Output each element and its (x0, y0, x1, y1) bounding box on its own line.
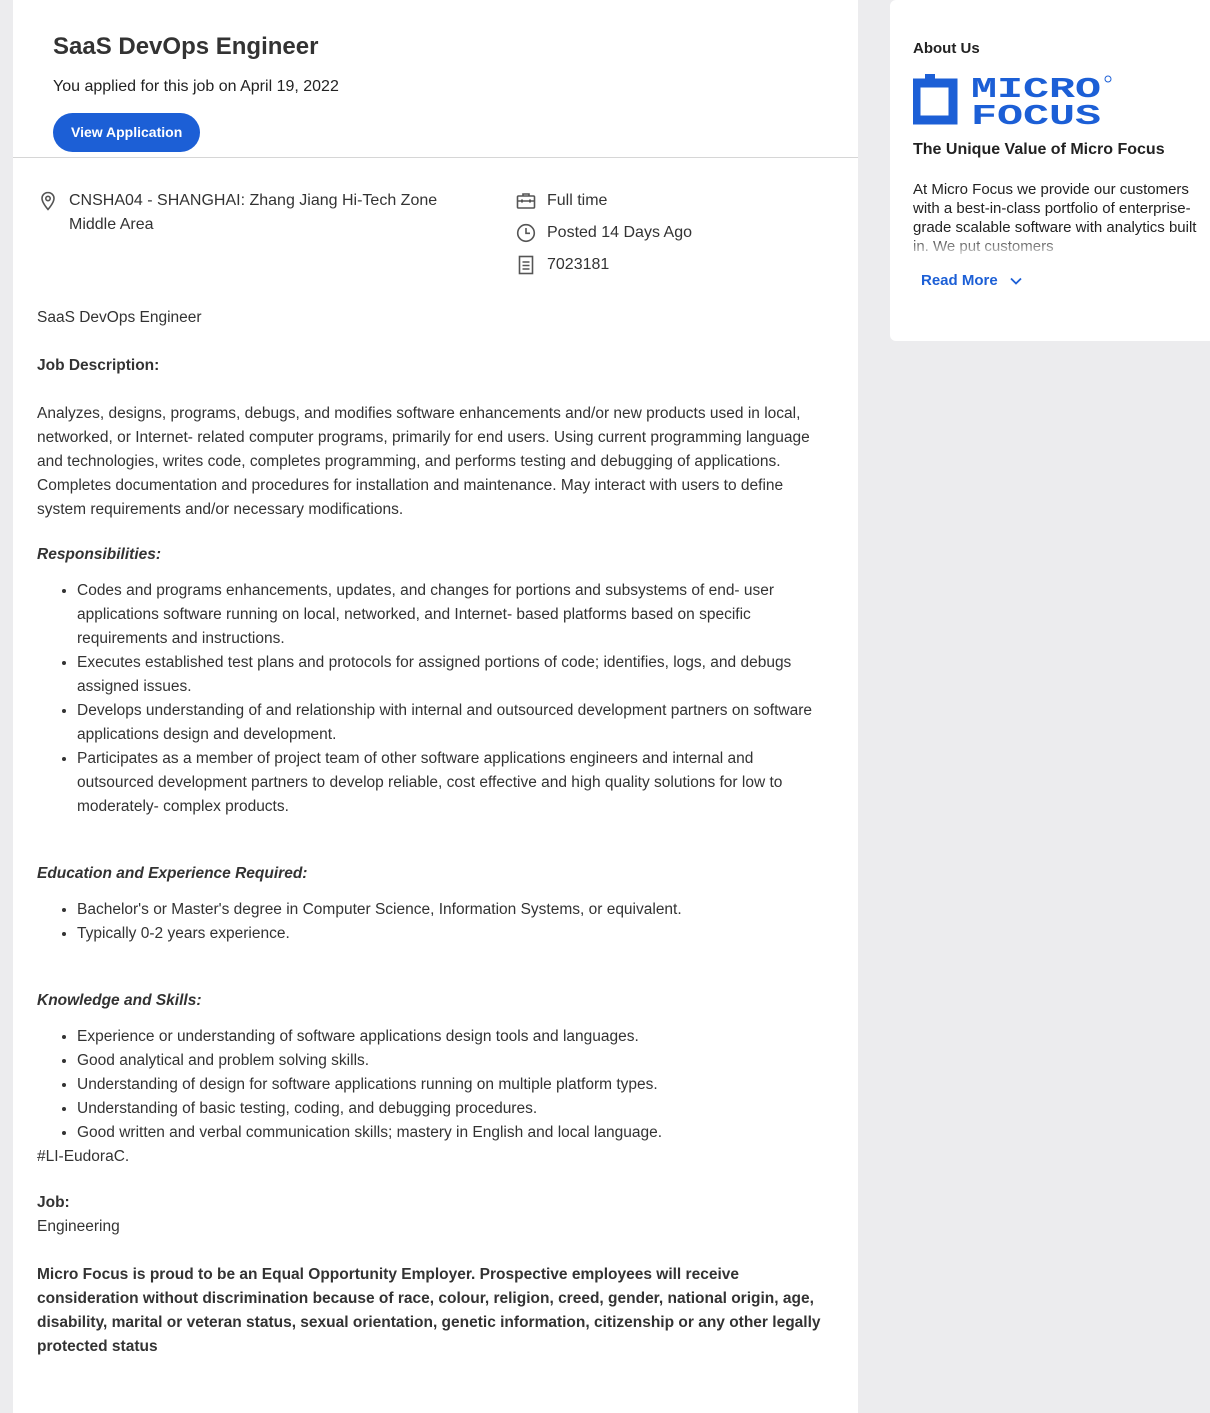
job-type: Full time (516, 189, 607, 213)
read-more-button[interactable]: Read More (921, 272, 1022, 289)
about-us-label: About Us (913, 40, 980, 57)
job-description: SaaS DevOps Engineer Job Description: An… (13, 306, 858, 1359)
chevron-down-icon (998, 272, 1022, 289)
view-application-button[interactable]: View Application (53, 113, 201, 152)
education-label: Education and Experience Required: (37, 865, 308, 882)
location-line-1: CNSHA04 - SHANGHAI: Zhang Jiang Hi-Tech … (69, 192, 438, 209)
text-fade (913, 236, 1205, 258)
job-meta: CNSHA04 - SHANGHAI: Zhang Jiang Hi-Tech … (13, 158, 858, 306)
posted-label: Posted 14 Days Ago (547, 224, 692, 241)
list-item: Codes and programs enhancements, updates… (77, 579, 834, 651)
list-item: Bachelor's or Master's degree in Compute… (77, 898, 834, 922)
list-item: Good written and verbal communication sk… (77, 1121, 834, 1145)
about-us-text: At Micro Focus we provide our customers … (913, 180, 1205, 258)
job-title: SaaS DevOps Engineer (53, 33, 319, 60)
responsibilities-list: Codes and programs enhancements, updates… (37, 579, 834, 819)
job-description-label: Job Description: (37, 357, 160, 374)
document-icon (516, 255, 536, 275)
value-title: The Unique Value of Micro Focus (913, 141, 1165, 158)
location-line-2: Middle Area (69, 216, 154, 233)
job-header: SaaS DevOps Engineer You applied for thi… (13, 0, 858, 158)
svg-text:FOCUS: FOCUS (971, 100, 1101, 128)
about-us-card: About Us MICRO FOCUS The Unique Value of… (890, 0, 1210, 341)
list-item: Develops understanding of and relationsh… (77, 699, 834, 747)
description-intro-title: SaaS DevOps Engineer (37, 309, 202, 326)
skills-label: Knowledge and Skills: (37, 992, 202, 1009)
job-category-value: Engineering (37, 1218, 120, 1235)
applied-status: You applied for this job on April 19, 20… (53, 78, 339, 95)
job-location: CNSHA04 - SHANGHAI: Zhang Jiang Hi-Tech … (38, 189, 437, 237)
job-category-label: Job: (37, 1194, 70, 1211)
list-item: Executes established test plans and prot… (77, 651, 834, 699)
list-item: Typically 0-2 years experience. (77, 922, 834, 946)
skills-list: Experience or understanding of software … (37, 1025, 834, 1145)
read-more-label: Read More (921, 272, 998, 289)
list-item: Good analytical and problem solving skil… (77, 1049, 834, 1073)
list-item: Understanding of design for software app… (77, 1073, 834, 1097)
eeo-statement: Micro Focus is proud to be an Equal Oppo… (37, 1266, 821, 1355)
education-list: Bachelor's or Master's degree in Compute… (37, 898, 834, 946)
list-item: Experience or understanding of software … (77, 1025, 834, 1049)
requisition-id-value: 7023181 (547, 256, 610, 273)
posted-date: Posted 14 Days Ago (516, 221, 692, 245)
briefcase-icon (516, 191, 536, 211)
location-pin-icon (38, 191, 58, 211)
job-description-text: Analyzes, designs, programs, debugs, and… (37, 405, 810, 518)
list-item: Understanding of basic testing, coding, … (77, 1097, 834, 1121)
job-details-card: SaaS DevOps Engineer You applied for thi… (13, 0, 858, 1413)
list-item: Participates as a member of project team… (77, 747, 834, 819)
micro-focus-logo: MICRO FOCUS (911, 73, 1118, 133)
clock-icon (516, 223, 536, 243)
requisition-id: 7023181 (516, 253, 609, 277)
hashtag: #LI-EudoraC. (37, 1148, 130, 1165)
responsibilities-label: Responsibilities: (37, 546, 162, 563)
job-type-label: Full time (547, 192, 608, 209)
